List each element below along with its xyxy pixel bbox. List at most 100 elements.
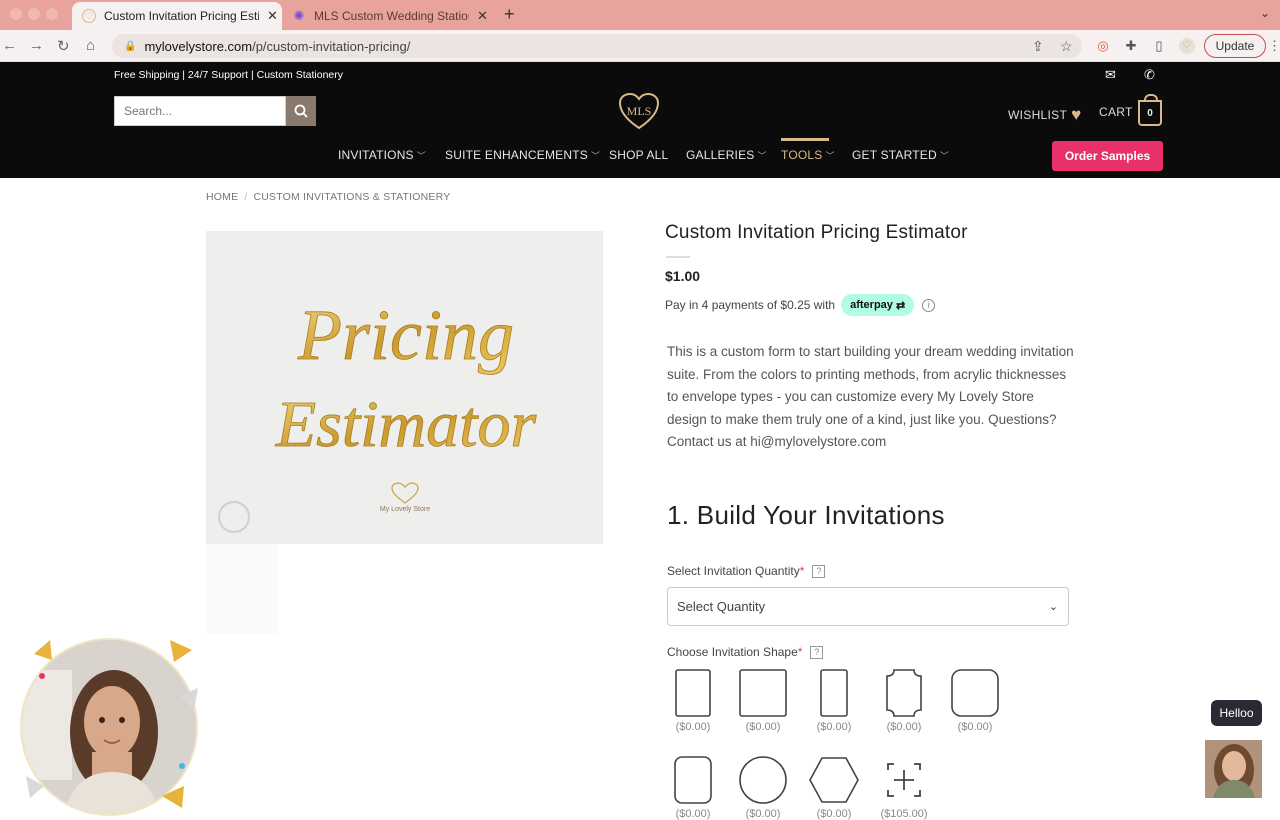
sparkle-favicon-icon: ✺ (293, 8, 305, 23)
quantity-select[interactable]: Select Quantity ⌄ (667, 587, 1069, 626)
nav-suite-enhancements[interactable]: SUITE ENHANCEMENTS ﹀ (445, 148, 600, 162)
hexagon-shape-icon (809, 757, 859, 803)
bookmark-star-icon[interactable]: ☆ (1060, 34, 1073, 58)
section-heading: 1. Build Your Invitations (667, 500, 945, 530)
square-shape-icon (739, 669, 787, 717)
puzzle-icon[interactable]: ✚ (1123, 38, 1139, 54)
extension-icon[interactable]: ◎ (1095, 38, 1111, 54)
window-zoom-dot[interactable] (46, 8, 58, 20)
close-tab-icon[interactable]: ✕ (267, 8, 278, 24)
tab-pricing-estimator[interactable]: ♡ Custom Invitation Pricing Estim ✕ (72, 2, 282, 30)
shape-option-hexagon[interactable]: ($0.00) (806, 756, 862, 820)
shape-label: Choose Invitation Shape * ? (667, 645, 824, 659)
tab-title: MLS Custom Wedding Statione (314, 9, 469, 23)
shape-option-rounded-square[interactable]: ($0.00) (947, 669, 1003, 733)
scalloped-shape-icon (886, 669, 922, 717)
quantity-label-text: Select Invitation Quantity (667, 564, 800, 578)
afterpay-badge[interactable]: afterpay ⇄ (841, 294, 915, 316)
shape-option-custom[interactable]: ($105.00) (876, 756, 932, 820)
search-button[interactable] (286, 96, 316, 126)
artwork-line-1: Pricing (297, 295, 514, 375)
nav-label: SUITE ENHANCEMENTS (445, 148, 588, 162)
chevron-down-icon: ⌄ (1048, 601, 1058, 613)
shape-option-tall-rect[interactable]: ($0.00) (806, 669, 862, 733)
heart-icon: ♥ (1071, 105, 1082, 124)
promo-text: Free Shipping | 24/7 Support | Custom St… (114, 69, 343, 81)
close-tab-icon[interactable]: ✕ (477, 8, 488, 24)
breadcrumb-separator: / (244, 191, 248, 203)
chevron-down-icon: ﹀ (757, 151, 767, 161)
nav-tools[interactable]: TOOLS ﹀ (781, 148, 835, 162)
tab-wedding-stationery[interactable]: ✺ MLS Custom Wedding Statione ✕ (284, 2, 494, 30)
breadcrumb-category[interactable]: CUSTOM INVITATIONS & STATIONERY (253, 191, 450, 203)
wishlist-link[interactable]: WISHLIST ♥ (1008, 105, 1081, 125)
chevron-down-icon: ﹀ (825, 151, 835, 161)
cart-count-badge[interactable]: 0 (1138, 94, 1162, 126)
logo-text: MLS (627, 104, 652, 118)
search-icon (294, 104, 308, 118)
artwork-line-2: Estimator (275, 388, 537, 461)
tab-search-chevron-icon[interactable]: ⌄ (1260, 6, 1270, 20)
sidebar-icon[interactable]: ▯ (1151, 38, 1167, 54)
shape-option-circle[interactable]: ($0.00) (735, 756, 791, 820)
update-button[interactable]: Update (1204, 34, 1266, 58)
window-minimize-dot[interactable] (28, 8, 40, 20)
shape-price: ($105.00) (880, 808, 928, 820)
chat-avatar[interactable] (1205, 740, 1262, 798)
required-asterisk: * (797, 645, 803, 659)
required-asterisk: * (799, 564, 805, 578)
window-close-dot[interactable] (10, 8, 22, 20)
forward-icon[interactable]: → (29, 37, 44, 54)
home-icon[interactable]: ⌂ (86, 37, 95, 54)
nav-label: TOOLS (781, 148, 823, 162)
nav-invitations[interactable]: INVITATIONS ﹀ (338, 148, 426, 162)
cart-label[interactable]: CART (1099, 105, 1133, 119)
phone-icon[interactable]: ✆ (1144, 67, 1155, 83)
chat-greeting-bubble[interactable]: Helloo (1211, 700, 1262, 726)
nav-galleries[interactable]: GALLERIES ﹀ (686, 148, 767, 162)
help-icon[interactable]: ? (810, 645, 824, 659)
lock-icon: 🔒 (124, 40, 137, 52)
site-logo[interactable]: MLS (618, 92, 660, 130)
shape-option-rounded-rect[interactable]: ($0.00) (665, 756, 721, 820)
tab-title: Custom Invitation Pricing Estim (104, 9, 259, 23)
nav-get-started[interactable]: GET STARTED ﹀ (852, 148, 949, 162)
profile-avatar-icon[interactable]: ♡ (1179, 38, 1195, 54)
address-bar[interactable]: 🔒 mylovelystore.com/p/custom-invitation-… (112, 34, 1082, 58)
url-host: mylovelystore.com (144, 38, 253, 54)
shape-option-scalloped[interactable]: ($0.00) (876, 669, 932, 733)
mls-favicon-icon: ♡ (82, 9, 96, 23)
shape-price: ($0.00) (816, 721, 852, 733)
site-header: Search... MLS WISHLIST ♥ CART 0 INVITATI… (0, 88, 1280, 178)
share-icon[interactable]: ⇪ (1032, 34, 1044, 58)
product-price: $1.00 (665, 268, 701, 284)
chevron-down-icon: ﹀ (939, 151, 950, 161)
afterpay-row: Pay in 4 payments of $0.25 with afterpay… (665, 294, 936, 316)
reload-icon[interactable]: ↻ (57, 37, 70, 55)
nav-label: INVITATIONS (338, 148, 414, 162)
product-description: This is a custom form to start building … (667, 344, 1074, 449)
help-icon[interactable]: ? (812, 564, 826, 578)
info-icon[interactable]: i (922, 298, 936, 312)
custom-add-shape-icon (887, 763, 921, 797)
circle-shape-icon (739, 756, 787, 804)
nav-label: GALLERIES (686, 148, 755, 162)
product-image[interactable]: Pricing Estimator My Lovely Store (206, 231, 603, 544)
back-icon[interactable]: ← (2, 37, 17, 54)
new-tab-icon[interactable]: + (504, 4, 515, 25)
shape-price: ($0.00) (745, 808, 781, 820)
menu-kebab-icon[interactable]: ⋮ (1268, 38, 1280, 54)
nav-label: GET STARTED (852, 148, 937, 162)
order-samples-button[interactable]: Order Samples (1052, 141, 1163, 171)
shape-price: ($0.00) (957, 721, 993, 733)
nav-shop-all[interactable]: SHOP ALL (609, 148, 668, 162)
portrait-rect-shape-icon (675, 669, 711, 717)
mail-icon[interactable]: ✉ (1105, 67, 1116, 83)
shape-price: ($0.00) (675, 721, 711, 733)
search-input[interactable]: Search... (114, 96, 286, 126)
breadcrumb-home[interactable]: HOME (206, 191, 238, 203)
shape-option-portrait-rect[interactable]: ($0.00) (665, 669, 721, 733)
shape-option-square[interactable]: ($0.00) (735, 669, 791, 733)
chevron-down-icon: ﹀ (590, 151, 601, 161)
zoom-icon[interactable] (218, 501, 250, 533)
